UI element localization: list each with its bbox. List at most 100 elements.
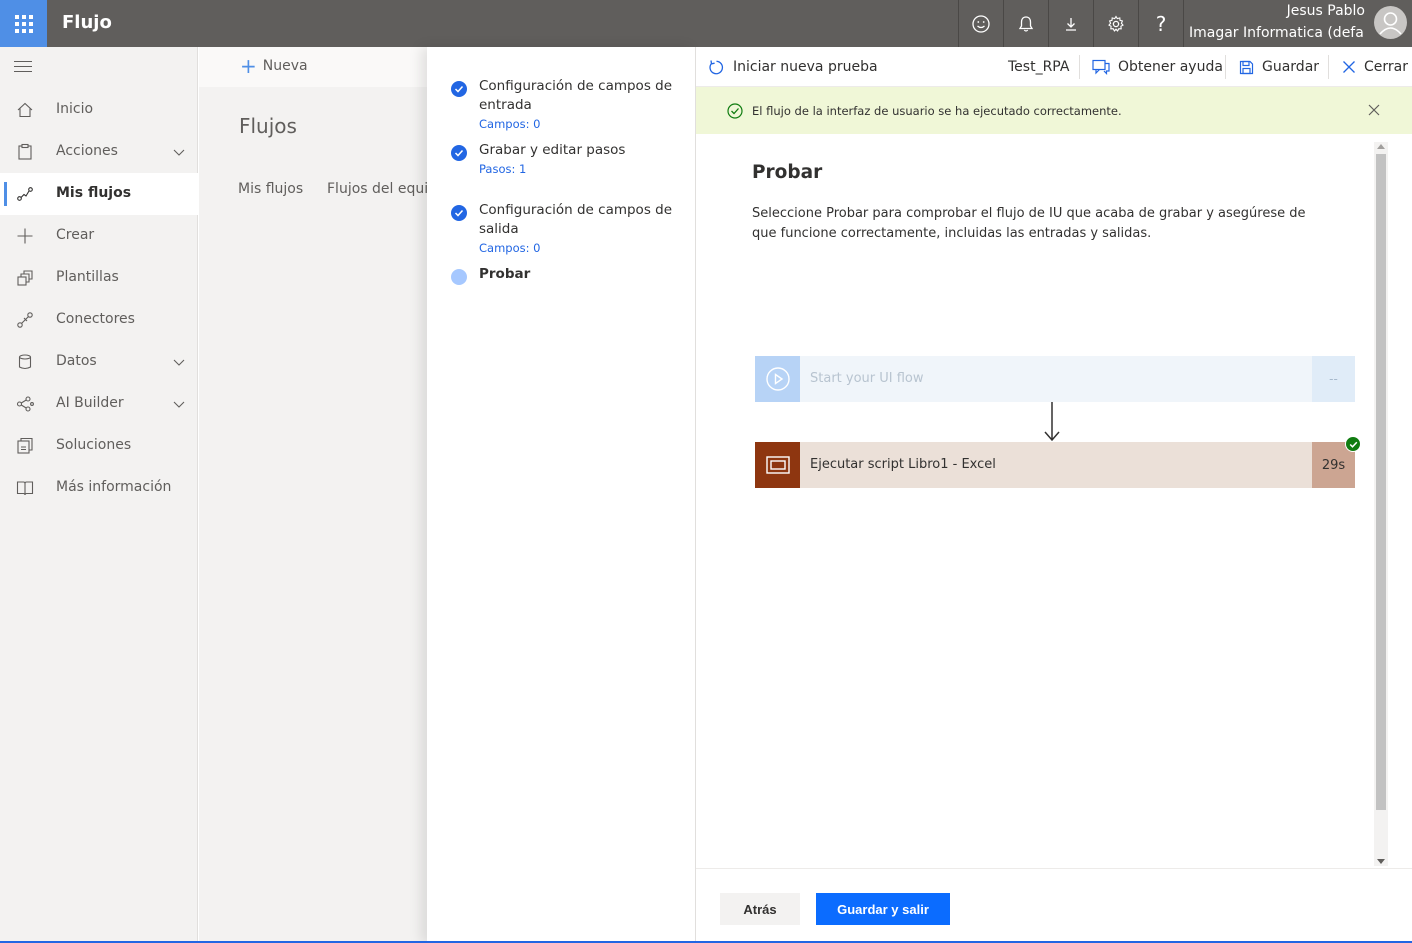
scroll-thumb[interactable] [1376,154,1386,810]
nav-item-ai-builder[interactable]: AI Builder [0,383,198,425]
help-icon: ? [1155,11,1167,36]
script-step-icon-box [755,442,800,488]
user-avatar-icon [1374,6,1407,39]
section-description: Seleccione Probar para comprobar el fluj… [752,206,1306,241]
nav-item-label: Inicio [56,101,94,117]
app-title[interactable]: Flujo [62,12,112,33]
nav-item-crear[interactable]: Crear [0,215,198,257]
window-script-icon [765,456,790,474]
plus-icon [17,228,33,244]
vertical-scrollbar[interactable] [1374,142,1388,866]
step-summary: Campos: 0 [479,117,541,131]
step-record-edit[interactable]: Grabar y editar pasos Pasos: 1 [451,141,681,176]
page-title: Flujos [239,114,297,138]
success-banner: El flujo de la interfaz de usuario se ha… [696,87,1412,134]
nav-item-label: Soluciones [56,437,132,453]
step-input-fields[interactable]: Configuración de campos de entrada Campo… [451,77,681,131]
step-title: Configuración de campos de entrada [479,78,673,113]
flow-step-start[interactable]: Start your UI flow -- [755,356,1355,402]
hamburger-menu-button[interactable] [14,61,32,76]
chevron-down-icon[interactable] [172,355,186,369]
new-flow-button[interactable]: + Nueva [240,54,308,78]
nav-item-label: Datos [56,353,97,369]
flow-step-label: Ejecutar script Libro1 - Excel [810,457,996,472]
nav-item-label: Acciones [56,143,118,159]
panel-toolbar: Iniciar nueva prueba Test_RPA Obtener ay… [696,47,1412,87]
gear-icon [1108,14,1124,32]
nav-item-conectores[interactable]: Conectores [0,299,198,341]
save-icon [1239,60,1254,74]
help-button[interactable]: ? [1138,0,1183,47]
flow-name: Test_RPA [1008,59,1070,75]
refresh-icon [709,59,724,74]
scroll-down-arrow-icon[interactable] [1377,859,1385,864]
get-help-label: Obtener ayuda [1118,59,1223,75]
new-flow-label: Nueva [262,58,308,74]
download-icon [1066,17,1076,31]
new-test-button[interactable]: Iniciar nueva prueba [708,47,878,87]
database-icon [18,354,32,370]
save-label: Guardar [1262,59,1320,75]
checkmark-icon [1349,441,1357,448]
account-button[interactable]: Jesus Pablo Imagar Informatica (defau [1183,0,1412,47]
step-test[interactable]: Probar [451,265,681,285]
close-icon [1343,61,1355,73]
close-button[interactable]: Cerrar [1342,47,1408,87]
success-message: El flujo de la interfaz de usuario se ha… [752,104,1122,118]
step-complete-indicator [451,205,467,221]
book-icon [16,481,34,496]
home-icon [17,102,33,118]
nav-item-label: AI Builder [56,395,124,411]
success-check-icon [727,103,743,119]
step-summary: Campos: 0 [479,241,541,255]
new-test-label: Iniciar nueva prueba [733,59,878,75]
nav-item-acciones[interactable]: Acciones [0,131,198,173]
step-title: Configuración de campos de salida [479,202,673,237]
step-output-fields[interactable]: Configuración de campos de salida Campos… [451,201,681,255]
user-tenant: Imagar Informatica (defau [1189,25,1365,41]
wizard-stepper: Configuración de campos de entrada Campo… [427,47,696,943]
step-title: Grabar y editar pasos [479,142,626,158]
clipboard-icon [18,143,32,160]
left-navigation: Inicio Acciones Mis flujos Crear Plantil… [0,47,198,943]
settings-button[interactable] [1093,0,1138,47]
nav-item-mis-flujos[interactable]: Mis flujos [0,173,198,215]
step-complete-indicator [451,81,467,97]
nav-item-plantillas[interactable]: Plantillas [0,257,198,299]
command-bar [199,47,427,87]
section-title: Probar [752,162,823,183]
play-icon [765,367,790,391]
templates-icon [17,270,33,286]
back-button[interactable]: Atrás [720,893,800,925]
plus-icon: + [240,54,257,78]
start-step-icon-box [755,356,800,402]
nav-item-label: Plantillas [56,269,119,285]
get-help-button[interactable]: Obtener ayuda [1092,47,1223,87]
chevron-down-icon[interactable] [172,397,186,411]
tab-flujos-del-equipo[interactable]: Flujos del equipo [327,181,427,197]
save-button[interactable]: Guardar [1239,47,1319,87]
nav-item-inicio[interactable]: Inicio [0,89,198,131]
flow-icon [17,187,33,201]
chevron-down-icon[interactable] [172,145,186,159]
test-content: Probar Seleccione Probar para comprobar … [696,134,1412,867]
scroll-up-arrow-icon[interactable] [1377,144,1385,149]
download-button[interactable] [1048,0,1093,47]
save-and-exit-button[interactable]: Guardar y salir [816,893,950,925]
flow-step-run-script[interactable]: Ejecutar script Libro1 - Excel 29s [755,436,1361,488]
connector-icon [17,312,33,328]
checkmark-icon [454,149,464,157]
arrow-down-icon [1044,402,1060,442]
app-launcher-button[interactable] [0,0,47,47]
checkmark-icon [454,209,464,217]
dismiss-banner-icon[interactable] [1368,104,1380,116]
nav-item-soluciones[interactable]: Soluciones [0,425,198,467]
nav-item-datos[interactable]: Datos [0,341,198,383]
notifications-button[interactable] [1003,0,1048,47]
nav-item-mas-informacion[interactable]: Más información [0,467,198,509]
test-panel: Iniciar nueva prueba Test_RPA Obtener ay… [696,47,1412,943]
feedback-button[interactable] [958,0,1003,47]
step-success-badge [1345,436,1361,452]
tab-mis-flujos[interactable]: Mis flujos [238,181,303,197]
nav-item-label: Crear [56,227,95,243]
